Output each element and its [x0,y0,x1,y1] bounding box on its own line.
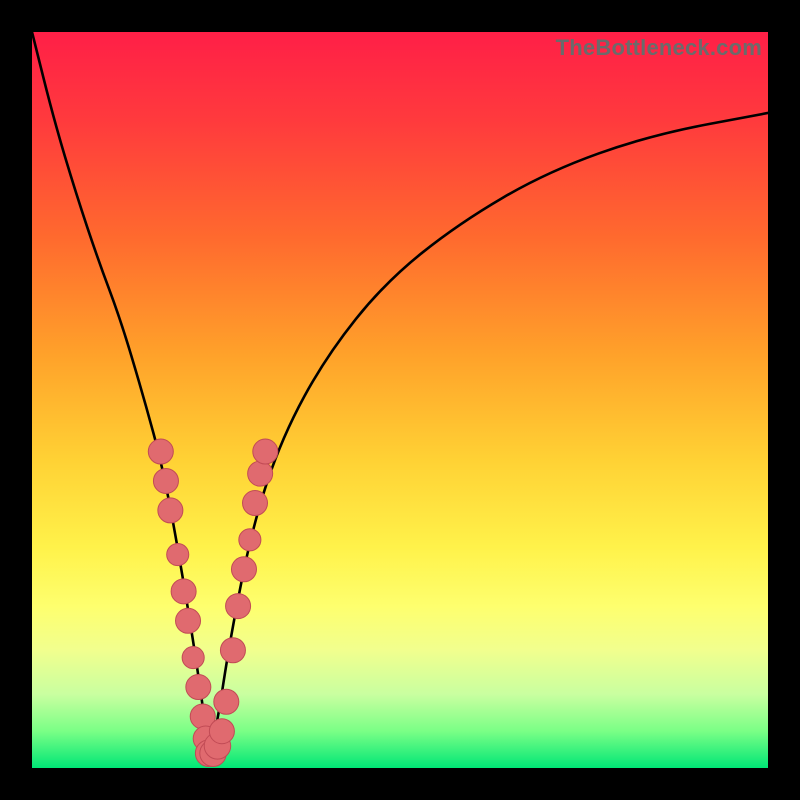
curve-marker [186,675,211,700]
curve-marker [231,557,256,582]
curve-marker [253,439,278,464]
plot-area: TheBottleneck.com [32,32,768,768]
curve-marker [158,498,183,523]
curve-marker [220,638,245,663]
curve-marker [176,608,201,633]
curve-marker [239,529,261,551]
curve-marker [148,439,173,464]
curve-marker [182,647,204,669]
curve-marker [248,461,273,486]
curve-marker [153,468,178,493]
bottleneck-curve-line [32,32,768,745]
curve-marker [214,689,239,714]
curve-marker [226,594,251,619]
curve-marker [209,719,234,744]
marker-layer [148,439,278,767]
chart-stage: TheBottleneck.com [0,0,800,800]
curve-marker [167,544,189,566]
curve-svg [32,32,768,768]
curve-marker [171,579,196,604]
curve-marker [243,491,268,516]
